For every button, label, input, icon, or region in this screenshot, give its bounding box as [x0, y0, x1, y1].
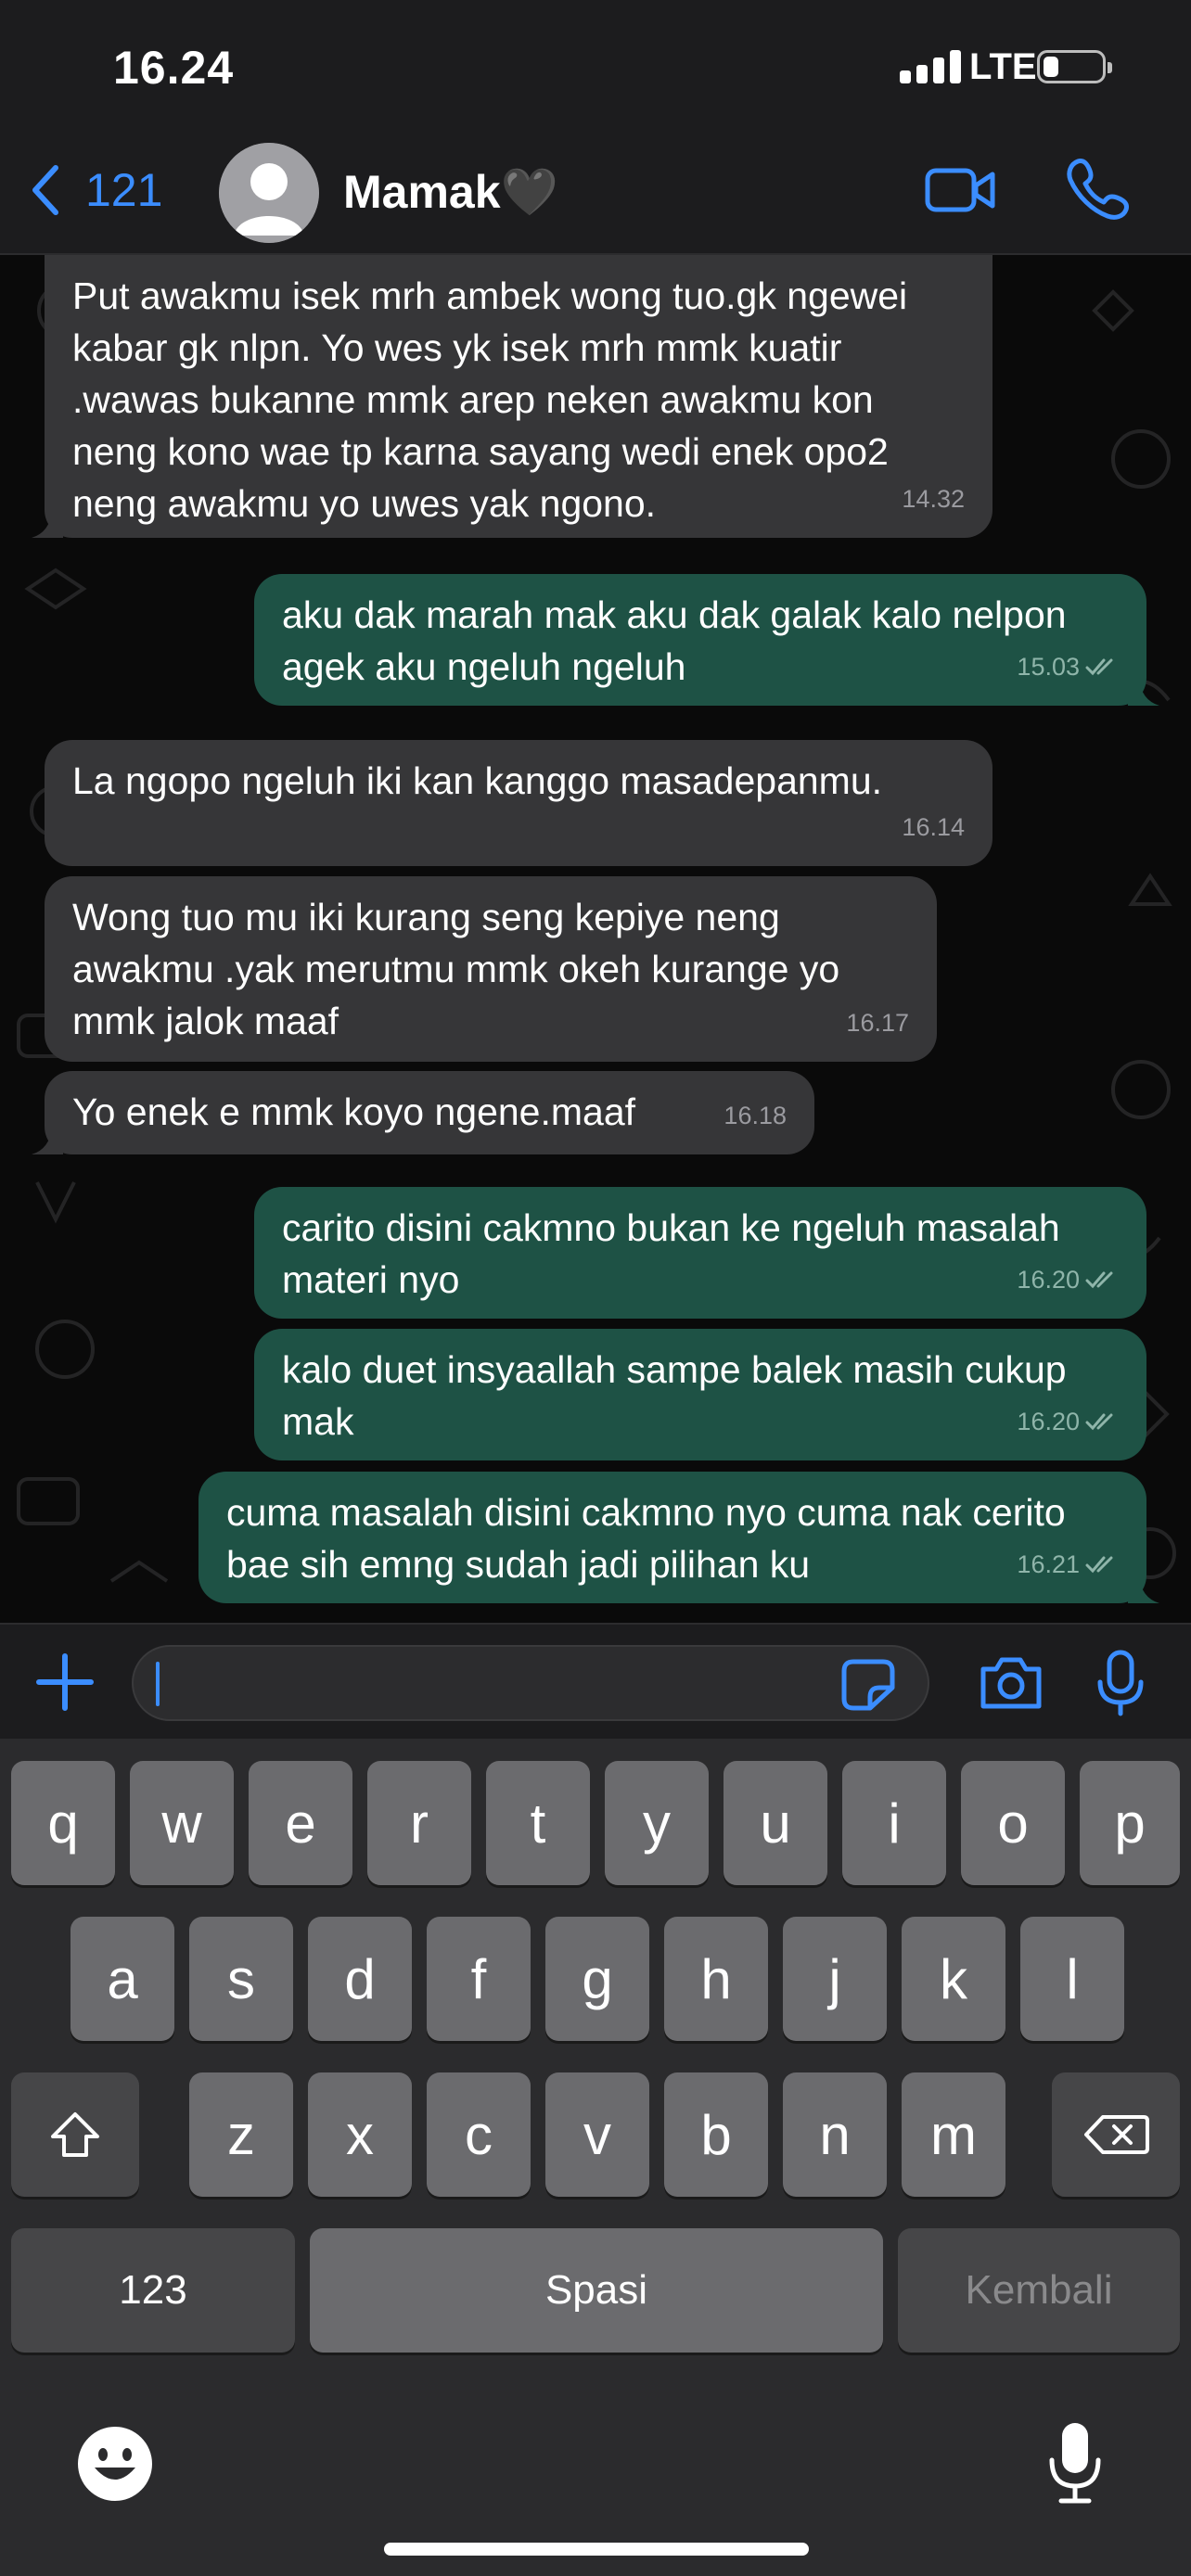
bubble-tail — [1128, 678, 1159, 706]
camera-icon[interactable] — [978, 1654, 1044, 1712]
key-c[interactable]: c — [427, 2072, 531, 2197]
microphone-icon[interactable] — [1095, 1649, 1146, 1717]
bubble-tail — [32, 1127, 63, 1154]
message-time: 16.18 — [724, 1102, 787, 1129]
chat-area[interactable]: Put awakmu isek mrh ambek wong tuo.gk ng… — [0, 255, 1191, 1623]
message-text: La ngopo ngeluh iki kan kanggo masadepan… — [72, 759, 883, 802]
read-receipt-icon — [1085, 1413, 1113, 1431]
contact-name[interactable]: Mamak🖤 — [343, 165, 558, 220]
message-bubble-incoming[interactable]: Yo enek e mmk koyo ngene.maaf 16.18 — [32, 1071, 814, 1154]
bubble-tail — [32, 510, 63, 538]
bubble-tail — [1128, 1575, 1159, 1603]
key-l[interactable]: l — [1020, 1917, 1124, 2041]
key-h[interactable]: h — [664, 1917, 768, 2041]
network-type: LTE — [969, 46, 1037, 87]
keyboard: q w e r t y u i o p a s d f g h j k l z … — [0, 1739, 1191, 2576]
cellular-signal-icon — [900, 48, 967, 83]
message-bubble-incoming[interactable]: Wong tuo mu iki kurang seng kepiye neng … — [45, 876, 937, 1062]
message-bubble-outgoing[interactable]: cuma masalah disini cakmno nyo cuma nak … — [198, 1472, 1159, 1603]
chevron-left-icon — [32, 165, 58, 215]
key-y[interactable]: y — [605, 1761, 709, 1885]
key-v[interactable]: v — [545, 2072, 649, 2197]
message-bubble-incoming[interactable]: Put awakmu isek mrh ambek wong tuo.gk ng… — [32, 255, 992, 538]
message-text: Put awakmu isek mrh ambek wong tuo.gk ng… — [72, 274, 908, 525]
key-j[interactable]: j — [783, 1917, 887, 2041]
message-text: carito disini cakmno bukan ke ngeluh mas… — [282, 1206, 1060, 1301]
key-u[interactable]: u — [724, 1761, 827, 1885]
shift-icon — [51, 2112, 99, 2157]
home-indicator[interactable] — [384, 2543, 809, 2556]
battery-icon — [1037, 50, 1112, 83]
dictation-mic-icon[interactable] — [1046, 2419, 1104, 2505]
message-time: 15.03 — [1017, 653, 1080, 681]
status-time: 16.24 — [113, 42, 235, 94]
key-s[interactable]: s — [189, 1917, 293, 2041]
backspace-icon — [1084, 2115, 1149, 2154]
text-cursor — [156, 1662, 160, 1706]
key-d[interactable]: d — [308, 1917, 412, 2041]
avatar[interactable] — [219, 143, 319, 243]
unread-count: 121 — [85, 164, 163, 216]
back-button[interactable]: 121 — [28, 158, 162, 223]
key-i[interactable]: i — [842, 1761, 946, 1885]
message-time: 16.20 — [1017, 1408, 1080, 1435]
message-bubble-outgoing[interactable]: kalo duet insyaallah sampe balek masih c… — [254, 1329, 1146, 1460]
message-bubble-incoming[interactable]: La ngopo ngeluh iki kan kanggo masadepan… — [45, 740, 992, 866]
key-n[interactable]: n — [783, 2072, 887, 2197]
message-text: Wong tuo mu iki kurang seng kepiye neng … — [72, 896, 840, 1042]
key-x[interactable]: x — [308, 2072, 412, 2197]
numbers-key[interactable]: 123 — [11, 2228, 295, 2353]
key-b[interactable]: b — [664, 2072, 768, 2197]
message-time: 14.32 — [902, 485, 965, 513]
key-z[interactable]: z — [189, 2072, 293, 2197]
key-m[interactable]: m — [902, 2072, 1005, 2197]
message-input[interactable] — [132, 1645, 929, 1721]
key-o[interactable]: o — [961, 1761, 1065, 1885]
phone-icon[interactable] — [1065, 156, 1130, 221]
plus-icon[interactable] — [33, 1651, 96, 1714]
video-call-icon[interactable] — [924, 158, 998, 223]
message-text: Yo enek e mmk koyo ngene.maaf — [72, 1090, 636, 1133]
message-time: 16.20 — [1017, 1266, 1080, 1294]
key-t[interactable]: t — [486, 1761, 590, 1885]
message-text: kalo duet insyaallah sampe balek masih c… — [282, 1348, 1067, 1443]
message-bubble-outgoing[interactable]: aku dak marah mak aku dak galak kalo nel… — [254, 574, 1159, 706]
message-input-bar — [0, 1623, 1191, 1739]
read-receipt-icon — [1085, 658, 1113, 676]
key-w[interactable]: w — [130, 1761, 234, 1885]
message-text: cuma masalah disini cakmno nyo cuma nak … — [226, 1491, 1066, 1586]
status-bar: 16.24 LTE — [0, 0, 1191, 130]
emoji-icon[interactable] — [76, 2425, 154, 2503]
space-key[interactable]: Spasi — [310, 2228, 883, 2353]
chat-header: 121 Mamak🖤 — [0, 130, 1191, 255]
key-e[interactable]: e — [249, 1761, 352, 1885]
key-f[interactable]: f — [427, 1917, 531, 2041]
read-receipt-icon — [1085, 1271, 1113, 1289]
return-key[interactable]: Kembali — [898, 2228, 1180, 2353]
message-time: 16.17 — [846, 1009, 909, 1037]
key-g[interactable]: g — [545, 1917, 649, 2041]
shift-key[interactable] — [11, 2072, 139, 2197]
message-time: 16.21 — [1017, 1550, 1080, 1578]
key-p[interactable]: p — [1080, 1761, 1180, 1885]
key-r[interactable]: r — [367, 1761, 471, 1885]
key-q[interactable]: q — [11, 1761, 115, 1885]
read-receipt-icon — [1085, 1556, 1113, 1574]
avatar-placeholder — [219, 143, 319, 243]
sticker-icon[interactable] — [840, 1658, 896, 1712]
backspace-key[interactable] — [1052, 2072, 1180, 2197]
message-text: aku dak marah mak aku dak galak kalo nel… — [282, 593, 1067, 688]
battery-level — [1044, 57, 1058, 77]
key-k[interactable]: k — [902, 1917, 1005, 2041]
message-bubble-outgoing[interactable]: carito disini cakmno bukan ke ngeluh mas… — [254, 1187, 1146, 1319]
key-a[interactable]: a — [70, 1917, 174, 2041]
message-time: 16.14 — [902, 813, 965, 841]
